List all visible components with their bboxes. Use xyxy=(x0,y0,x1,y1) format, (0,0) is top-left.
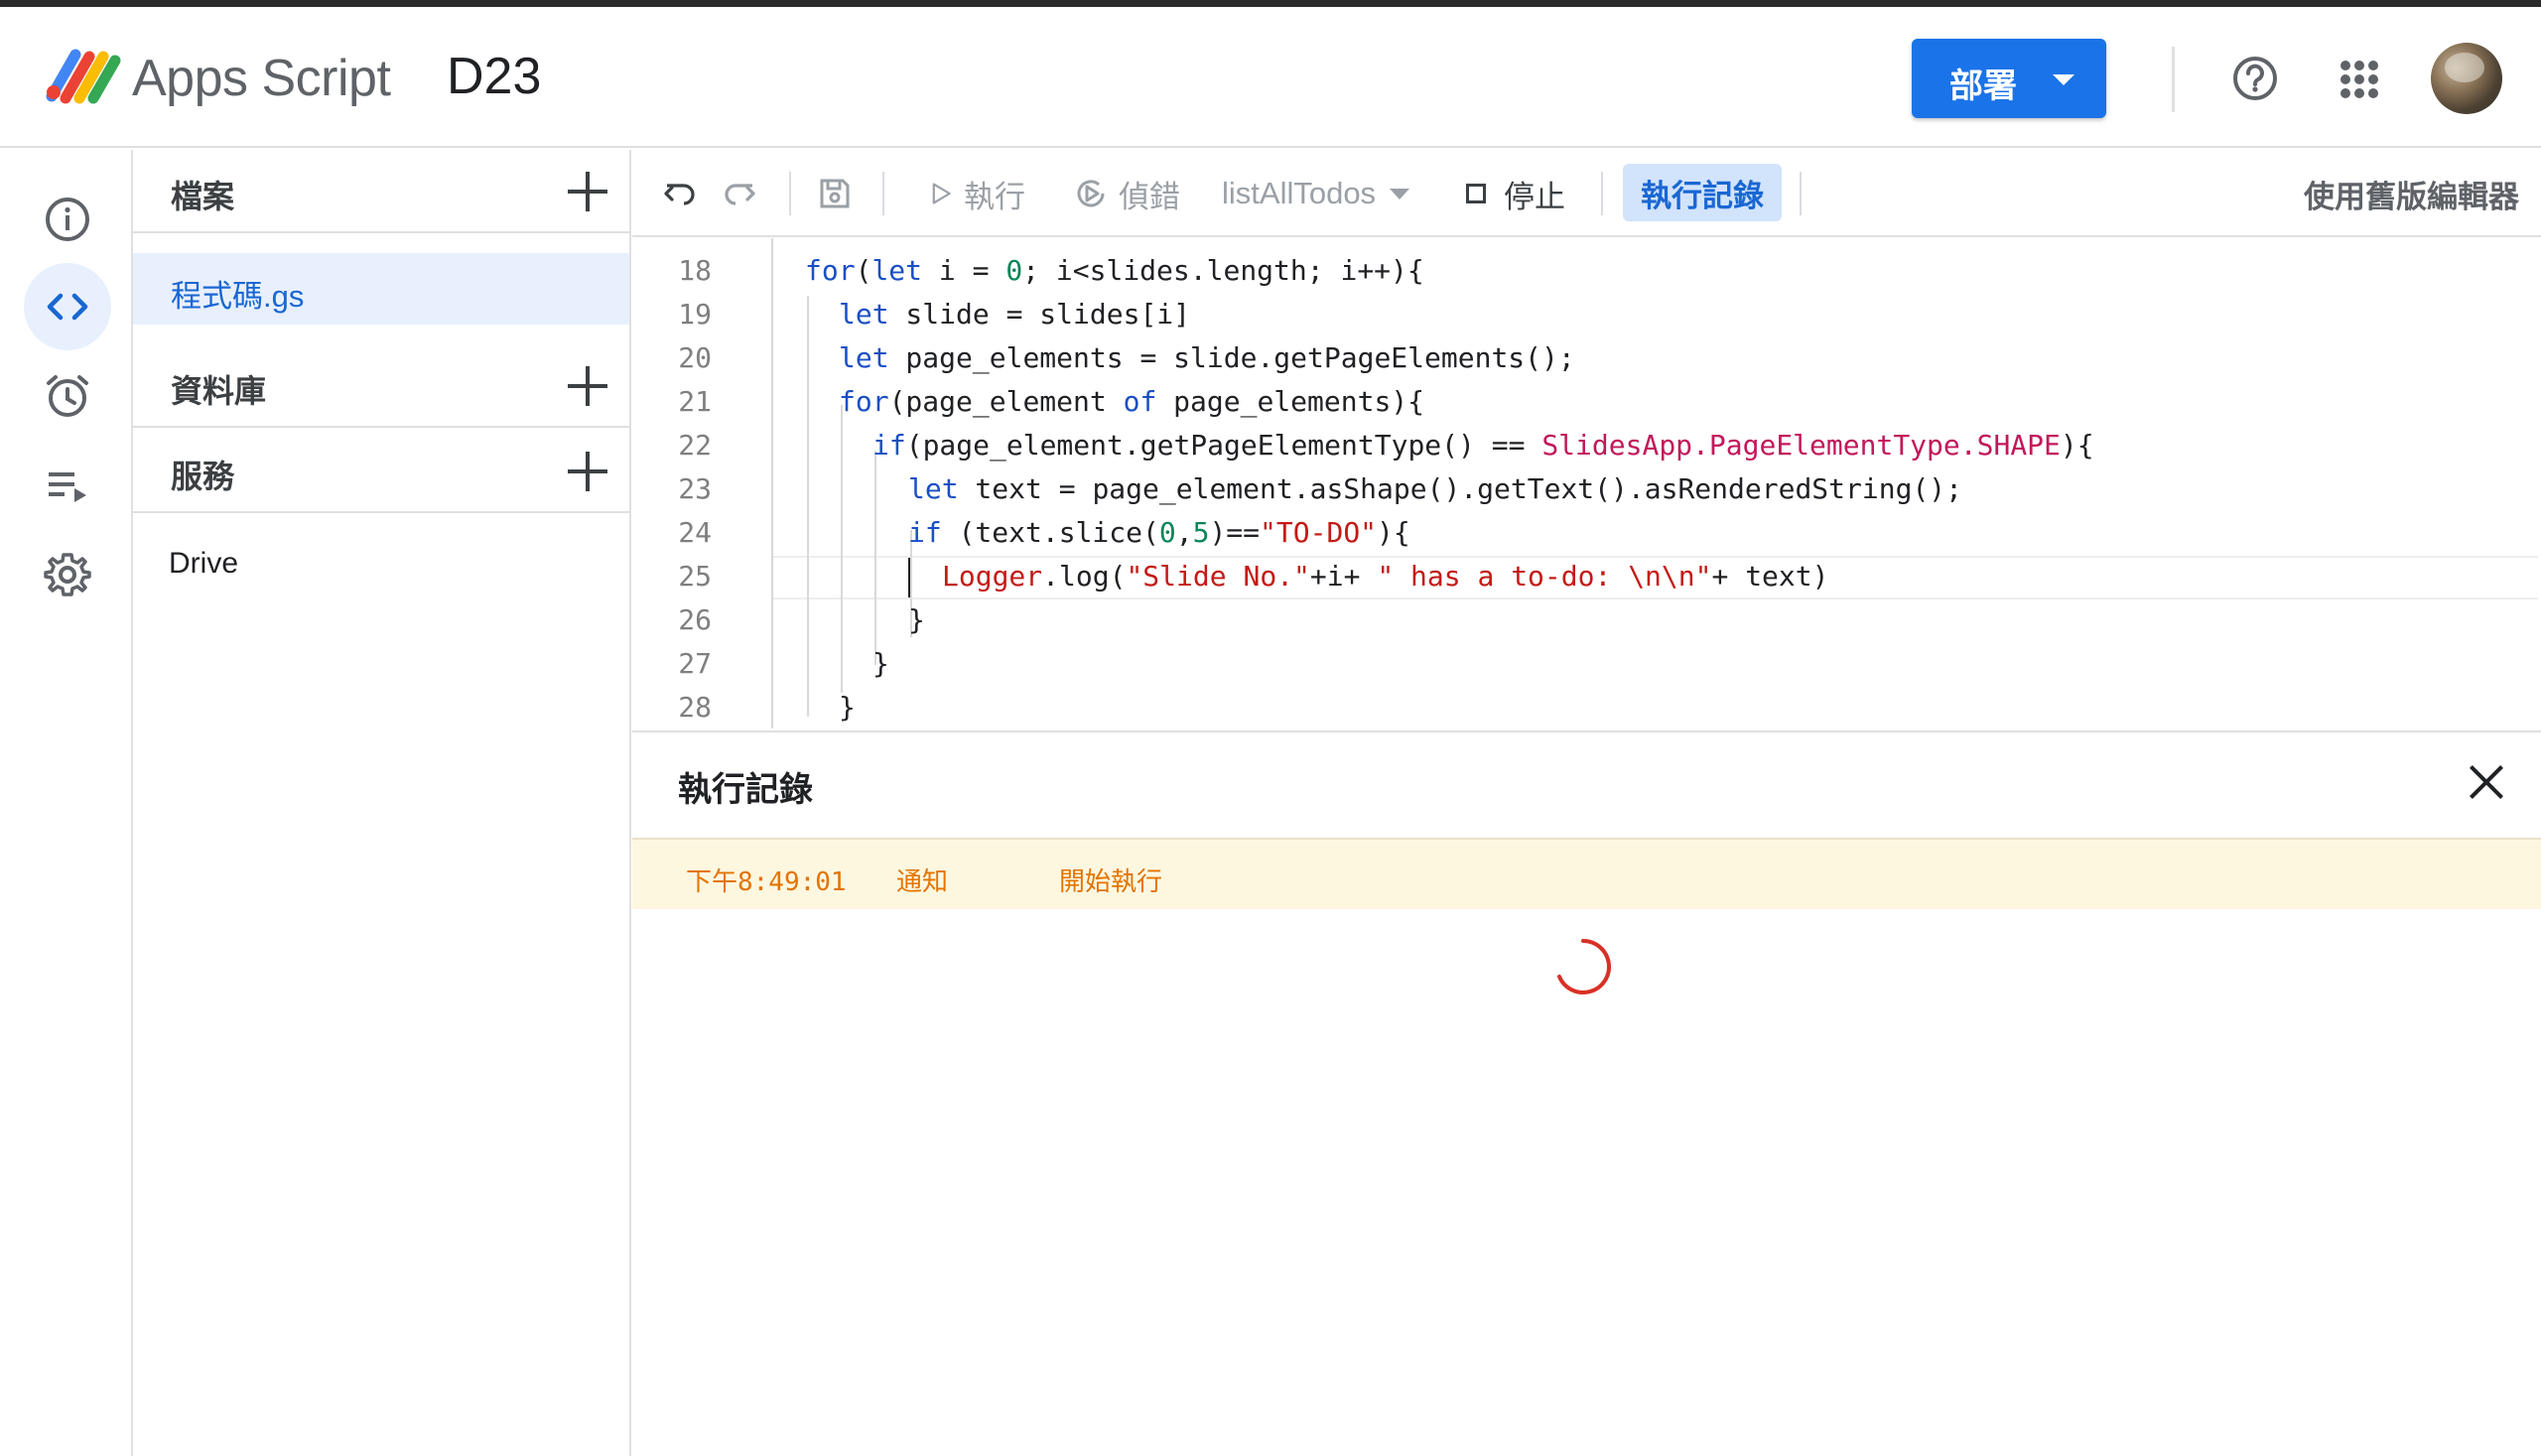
editor-toolbar: 執行 偵錯 listAllTodos 停止 執行記錄 使用舊版編輯器 xyxy=(632,150,2541,237)
settings-nav[interactable] xyxy=(24,531,111,618)
header-divider xyxy=(2172,47,2175,112)
service-item-drive[interactable]: Drive xyxy=(169,547,238,581)
app-name: Apps Script xyxy=(132,50,391,107)
execution-log-toggle-label: 執行記錄 xyxy=(1641,178,1764,213)
services-label: 服務 xyxy=(171,459,235,494)
debug-button[interactable]: 偵錯 xyxy=(1073,150,1180,237)
redo-icon xyxy=(725,184,755,205)
libraries-label: 資料庫 xyxy=(171,373,267,409)
code-line: if(page_element.getPageElementType() == … xyxy=(872,429,2094,462)
executions-icon xyxy=(49,472,86,502)
redo-button[interactable] xyxy=(722,150,757,237)
toolbar-divider xyxy=(1800,172,1802,215)
help-icon[interactable] xyxy=(2231,55,2279,102)
toolbar-divider xyxy=(1601,172,1603,215)
stop-button[interactable]: 停止 xyxy=(1466,150,1565,237)
text-caret xyxy=(908,558,910,597)
indent-guide xyxy=(771,238,773,728)
deploy-label: 部署 xyxy=(1949,67,2017,105)
file-name: 程式碼.gs xyxy=(171,279,305,314)
line-number: 18 xyxy=(678,254,712,287)
libraries-section-header: 資料庫 xyxy=(133,344,629,428)
add-service-icon[interactable] xyxy=(568,452,607,491)
files-section-header: 檔案 xyxy=(133,150,629,233)
code-line: let text = page_element.asShape().getTex… xyxy=(908,472,1963,505)
indent-guide xyxy=(807,296,809,717)
execution-log-title: 執行記錄 xyxy=(678,771,813,809)
left-nav-rail xyxy=(0,150,133,1456)
save-icon xyxy=(820,179,850,208)
code-line: } xyxy=(839,691,856,724)
line-number: 24 xyxy=(678,516,712,549)
gear-icon xyxy=(44,553,91,596)
line-number: 20 xyxy=(678,341,712,374)
files-panel: 檔案 程式碼.gs 資料庫 服務 Drive xyxy=(133,150,631,1456)
files-label: 檔案 xyxy=(171,179,235,214)
code-line: Logger.log("Slide No."+i+ " has a to-do:… xyxy=(942,560,1829,593)
line-number: 21 xyxy=(678,385,712,418)
code-line: for(page_element of page_elements){ xyxy=(839,385,1425,418)
add-file-icon[interactable] xyxy=(568,172,607,211)
save-button[interactable] xyxy=(817,150,853,237)
line-number: 25 xyxy=(678,560,712,593)
code-line: let slide = slides[i] xyxy=(839,298,1191,331)
file-item[interactable]: 程式碼.gs xyxy=(133,253,629,325)
stop-label: 停止 xyxy=(1504,179,1565,214)
undo-button[interactable] xyxy=(662,150,698,237)
code-icon xyxy=(47,293,88,321)
code-line: } xyxy=(872,647,889,680)
toolbar-divider xyxy=(789,172,791,215)
log-level: 通知 xyxy=(896,867,949,897)
log-entry: 下午8:49:01 通知 開始執行 xyxy=(632,838,2541,909)
project-title[interactable]: D23 xyxy=(447,47,541,106)
legacy-editor-label: 使用舊版編輯器 xyxy=(2304,179,2519,214)
google-apps-grid-icon[interactable] xyxy=(2340,61,2378,98)
function-select-value: listAllTodos xyxy=(1222,176,1377,210)
services-section-header: 服務 xyxy=(133,430,629,513)
function-select[interactable]: listAllTodos xyxy=(1222,150,1410,237)
execution-log-toggle[interactable]: 執行記錄 xyxy=(1623,164,1782,221)
line-number: 22 xyxy=(678,429,712,462)
code-line: if (text.slice(0,5)=="TO-DO"){ xyxy=(908,516,1410,549)
legacy-editor-button[interactable]: 使用舊版編輯器 xyxy=(2304,150,2519,237)
run-label: 執行 xyxy=(964,179,1025,214)
alarm-clock-icon xyxy=(47,375,88,417)
close-icon[interactable] xyxy=(2467,762,2506,802)
chevron-down-icon xyxy=(1390,188,1410,199)
line-number: 27 xyxy=(678,647,712,680)
deploy-button[interactable]: 部署 xyxy=(1912,39,2106,118)
log-message: 開始執行 xyxy=(1059,867,1163,897)
undo-icon xyxy=(664,184,695,205)
play-icon xyxy=(932,183,951,204)
triggers-nav[interactable] xyxy=(24,352,111,440)
line-number: 19 xyxy=(678,298,712,331)
execution-log-panel: 執行記錄 下午8:49:01 通知 開始執行 xyxy=(632,730,2541,1456)
loading-spinner-icon xyxy=(1557,939,1611,994)
editor-nav[interactable] xyxy=(24,263,111,350)
stop-icon xyxy=(1466,184,1486,203)
line-number: 23 xyxy=(678,472,712,505)
avatar[interactable] xyxy=(2431,43,2502,114)
run-button[interactable]: 執行 xyxy=(928,150,1025,237)
log-time: 下午8:49:01 xyxy=(686,867,847,897)
window-top-strip xyxy=(0,0,2541,7)
code-line: } xyxy=(908,603,925,636)
debug-icon xyxy=(1077,180,1105,207)
code-line: let page_elements = slide.getPageElement… xyxy=(839,341,1575,374)
code-editor[interactable]: 18 19 20 21 22 23 24 25 26 27 28 for(let… xyxy=(632,238,2541,728)
info-icon xyxy=(46,198,89,241)
add-library-icon[interactable] xyxy=(568,366,607,406)
indent-guide xyxy=(874,451,876,665)
toolbar-divider xyxy=(882,172,884,215)
overview-nav[interactable] xyxy=(24,176,111,263)
executions-nav[interactable] xyxy=(24,442,111,529)
line-number: 28 xyxy=(678,691,712,724)
indent-guide xyxy=(841,405,843,693)
caret-down-icon xyxy=(2053,74,2074,85)
debug-label: 偵錯 xyxy=(1119,179,1180,214)
app-header: Apps Script D23 部署 xyxy=(0,7,2541,148)
apps-script-logo-icon xyxy=(46,49,121,104)
code-line: for(let i = 0; i<slides.length; i++){ xyxy=(805,254,1424,287)
line-number: 26 xyxy=(678,603,712,636)
